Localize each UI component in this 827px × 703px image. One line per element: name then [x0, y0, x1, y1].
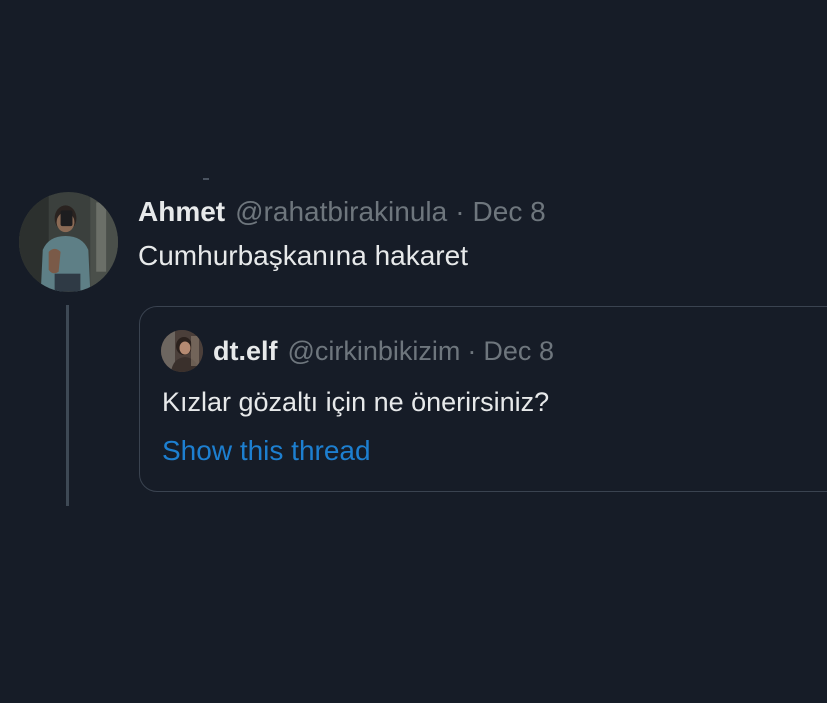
separator-dot: ·	[455, 196, 465, 227]
user-handle[interactable]: @rahatbirakinula	[235, 196, 447, 228]
show-thread-link[interactable]: Show this thread	[162, 435, 371, 467]
quoted-tweet-card[interactable]: dt.elf @cirkinbikizim · Dec 8 Kızlar göz…	[139, 306, 827, 492]
quoted-tweet-date[interactable]: Dec 8	[483, 336, 554, 367]
quoted-tweet-text: Kızlar gözaltı için ne önerirsiniz?	[162, 387, 550, 417]
thread-line	[66, 305, 69, 506]
tweet-text: Cumhurbaşkanına hakaret	[138, 240, 468, 271]
separator-dot: ·	[467, 336, 477, 366]
display-name[interactable]: Ahmet	[138, 196, 225, 228]
quoted-tweet-header: dt.elf @cirkinbikizim · Dec 8	[213, 336, 554, 367]
tweet-header: Ahmet @rahatbirakinula · Dec 8	[138, 196, 546, 230]
quoted-display-name[interactable]: dt.elf	[213, 336, 278, 367]
user-avatar-icon	[161, 330, 203, 372]
quoted-user-handle[interactable]: @cirkinbikizim	[288, 336, 461, 367]
tweet-date[interactable]: Dec 8	[473, 196, 546, 228]
user-avatar-icon	[19, 192, 118, 292]
quoted-avatar[interactable]	[161, 330, 203, 372]
tweet[interactable]: Ahmet @rahatbirakinula · Dec 8 Cumhurbaş…	[0, 0, 827, 703]
avatar[interactable]	[19, 192, 118, 292]
divider-speck	[203, 178, 209, 180]
